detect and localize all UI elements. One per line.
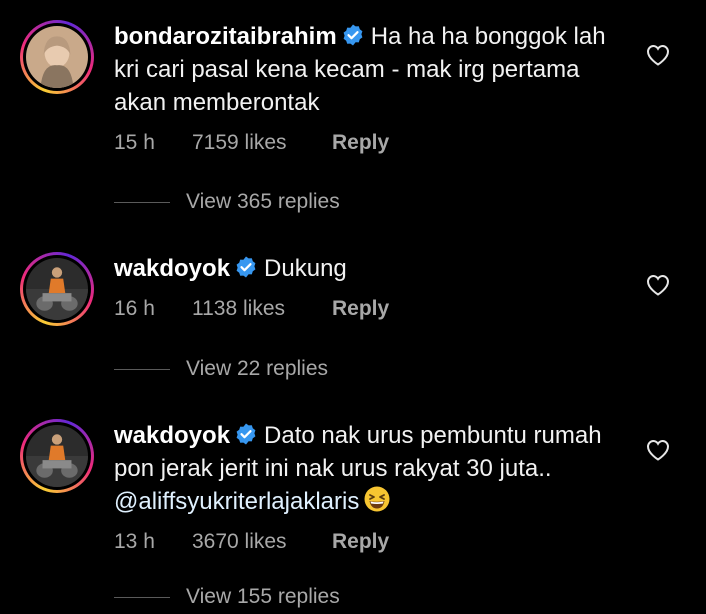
verified-badge-icon — [236, 256, 256, 278]
comment-time: 16 h — [114, 297, 155, 320]
view-replies-label: View 365 replies — [186, 190, 340, 213]
likes-count[interactable]: 3670 likes — [192, 530, 332, 554]
username[interactable]: bondarozitaibrahim — [114, 23, 337, 50]
verified-badge-icon — [343, 24, 363, 46]
mention-link[interactable]: @aliffsyukriterlajaklaris — [114, 488, 359, 515]
heart-icon[interactable] — [646, 439, 670, 461]
comment-time: 13 h — [114, 530, 155, 553]
grinning-squinting-face-emoji — [364, 486, 390, 512]
view-replies-button[interactable]: View 155 replies — [114, 585, 340, 609]
comment-text: bondarozitaibrahim Ha ha ha bonggok lah k… — [114, 20, 624, 119]
view-replies-button[interactable]: View 365 replies — [114, 190, 340, 214]
comment-text: wakdoyok Dato nak urus pembuntu rumah pon… — [114, 419, 624, 518]
comment-meta: 13 h 3670 likes Reply — [114, 530, 624, 554]
avatar-photo — [26, 258, 88, 320]
reply-button[interactable]: Reply — [332, 131, 389, 155]
avatar[interactable] — [20, 20, 94, 94]
divider-line — [114, 368, 170, 370]
avatar-photo — [26, 26, 88, 88]
comments-feed: bondarozitaibrahim Ha ha ha bonggok lah k… — [0, 0, 706, 614]
username[interactable]: wakdoyok — [114, 255, 230, 282]
avatar-photo — [26, 425, 88, 487]
comment-time: 15 h — [114, 131, 155, 154]
heart-icon[interactable] — [646, 44, 670, 66]
username[interactable]: wakdoyok — [114, 422, 230, 449]
comment-body: bondarozitaibrahim Ha ha ha bonggok lah k… — [114, 20, 624, 155]
avatar[interactable] — [20, 252, 94, 326]
view-replies-label: View 22 replies — [186, 357, 329, 380]
heart-icon[interactable] — [646, 274, 670, 296]
view-replies-button[interactable]: View 22 replies — [114, 357, 328, 381]
comment-content: Dukung — [264, 255, 347, 282]
divider-line — [114, 201, 170, 203]
view-replies-label: View 155 replies — [186, 585, 340, 608]
comment-meta: 16 h 1138 likes Reply — [114, 297, 624, 321]
likes-count[interactable]: 7159 likes — [192, 131, 332, 155]
divider-line — [114, 596, 170, 598]
avatar[interactable] — [20, 419, 94, 493]
reply-button[interactable]: Reply — [332, 297, 389, 321]
likes-count[interactable]: 1138 likes — [192, 297, 332, 321]
reply-button[interactable]: Reply — [332, 530, 389, 554]
comment-body: wakdoyok Dukung 16 h 1138 likes Reply — [114, 252, 624, 321]
comment-meta: 15 h 7159 likes Reply — [114, 131, 624, 155]
comment-text: wakdoyok Dukung — [114, 252, 624, 285]
comment-body: wakdoyok Dato nak urus pembuntu rumah pon… — [114, 419, 624, 554]
verified-badge-icon — [236, 423, 256, 445]
